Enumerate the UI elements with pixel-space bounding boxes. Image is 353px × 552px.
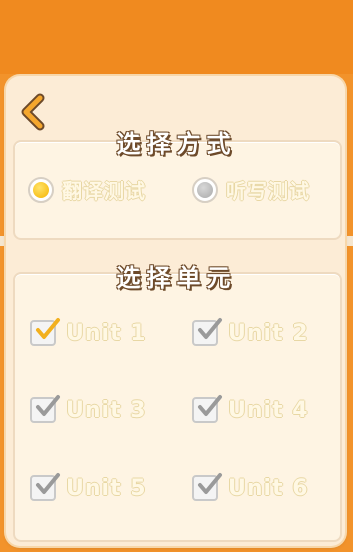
unit-section-title: 选择单元 (116, 264, 237, 292)
mode-section-title: 选择方式 (116, 130, 237, 158)
unit-label: Unit 2 (228, 320, 309, 346)
checkbox[interactable] (192, 395, 222, 423)
unit-item-1[interactable]: Unit 1 (30, 318, 147, 346)
radio-selected-dot (33, 181, 49, 198)
radio-option-translation[interactable]: 翻译测试 (28, 175, 146, 204)
checkbox[interactable] (30, 473, 60, 501)
checkbox[interactable] (30, 395, 60, 423)
checkmark-icon (198, 395, 222, 416)
unit-item-4[interactable]: Unit 4 (192, 395, 309, 423)
unit-label: Unit 5 (66, 475, 147, 501)
header-bar (0, 0, 353, 74)
checkmark-icon (36, 395, 60, 416)
radio-label: 翻译测试 (62, 179, 146, 203)
unit-label: Unit 4 (228, 397, 309, 423)
checkmark-icon (36, 318, 60, 339)
radio-unselected-dot (197, 181, 213, 198)
unit-item-2[interactable]: Unit 2 (192, 318, 309, 346)
unit-item-5[interactable]: Unit 5 (30, 473, 147, 501)
checkmark-icon (198, 318, 222, 339)
unit-label: Unit 3 (66, 397, 147, 423)
radio-label: 听写测试 (226, 179, 310, 203)
unit-label: Unit 1 (66, 320, 147, 346)
checkbox[interactable] (30, 318, 60, 346)
unit-label: Unit 6 (228, 475, 309, 501)
radio-button[interactable] (192, 176, 218, 203)
checkbox[interactable] (192, 318, 222, 346)
unit-item-3[interactable]: Unit 3 (30, 395, 147, 423)
checkbox[interactable] (192, 473, 222, 501)
unit-item-6[interactable]: Unit 6 (192, 473, 309, 501)
checkmark-icon (36, 473, 60, 494)
radio-option-dictation[interactable]: 听写测试 (192, 175, 310, 204)
radio-button[interactable] (28, 176, 54, 203)
checkmark-icon (198, 473, 222, 494)
